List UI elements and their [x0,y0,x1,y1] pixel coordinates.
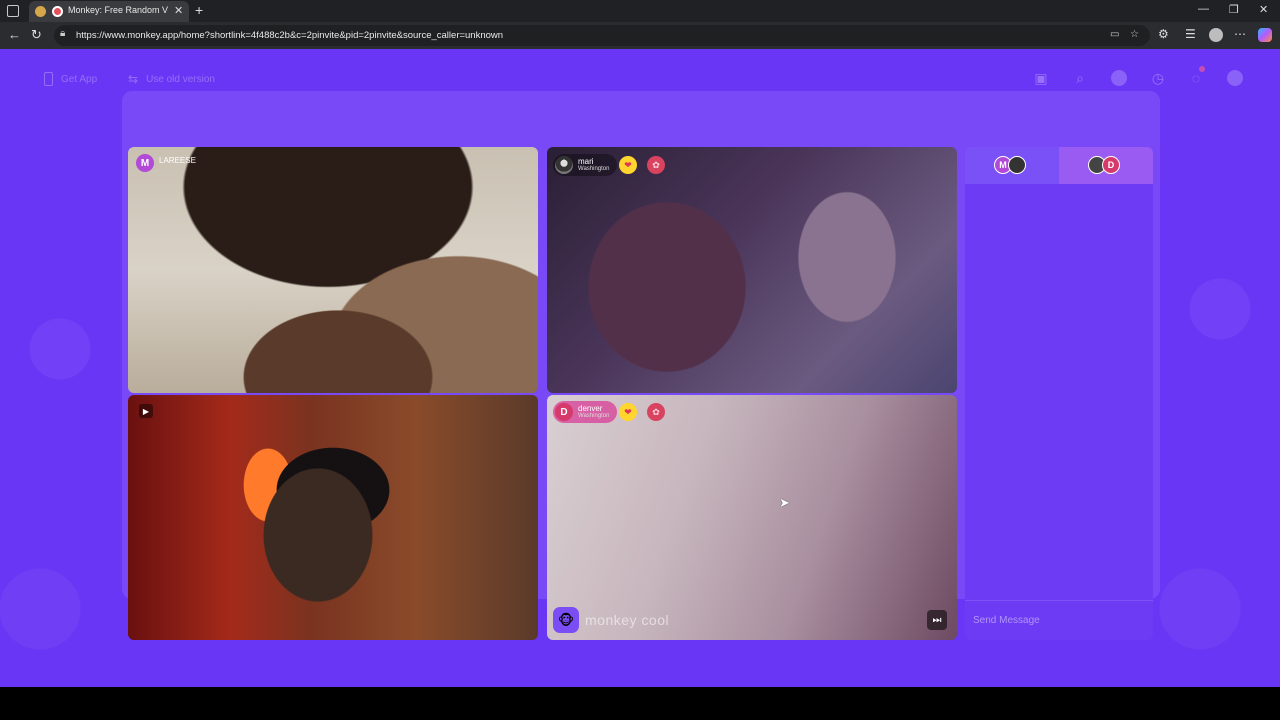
user-tag-lareese[interactable]: M LAREESE [134,152,204,174]
browser-tab-bar: Monkey: Free Random Video ✕ + — ❐ ✕ [0,0,1280,22]
rose-badge-icon: ✿ [647,156,665,174]
username: mari [578,157,594,166]
skip-button[interactable]: ⏭ [927,610,947,630]
avatar: D [555,403,573,421]
username: denver [578,404,603,413]
restore-button[interactable]: ❐ [1229,3,1239,16]
window-close-button[interactable]: ✕ [1259,3,1268,16]
gift-icon[interactable]: ▣ [1032,69,1050,87]
search-icon[interactable]: ⌕ [1071,69,1089,87]
username: LAREESE [159,155,196,165]
extensions-icon[interactable]: ⚙ [1158,27,1169,41]
reader-icon[interactable]: ▭ [1110,29,1119,40]
rose-badge-icon: ✿ [647,403,665,421]
chat-panel: M D [965,147,1153,640]
swap-icon: ⇆ [128,72,139,86]
use-old-version-button[interactable]: ⇆ Use old version [128,69,215,89]
minimize-button[interactable]: — [1198,3,1209,15]
send-message-input[interactable] [973,610,1143,630]
tab-favicon-icon [52,6,63,17]
avatar [1008,155,1026,174]
history-icon[interactable]: ◷ [1149,69,1167,87]
chat-tabs: M D [965,147,1153,184]
heart-badge-icon: ❤ [619,403,637,421]
taskbar-area [0,687,1280,720]
address-bar-row: ← ↻ 🔒︎ https://www.monkey.app/home?short… [0,22,1280,49]
phone-icon [44,72,53,86]
lock-icon: 🔒︎ [60,28,66,39]
monkey-brand: 🐵︎ monkey cool [553,607,669,633]
user-tag-mari[interactable]: mari Washington [553,154,618,176]
copilot-icon[interactable] [1258,28,1272,42]
user-location: Washington [578,413,610,419]
chat-tab-m[interactable]: M [965,147,1059,184]
chat-icon[interactable]: ◌ [1187,66,1205,87]
refresh-icon[interactable]: ↻ [31,27,42,43]
user-location: Washington [578,166,610,172]
tab-title: Monkey: Free Random Video [68,5,168,15]
notification-badge [1199,66,1205,72]
globe-icon[interactable] [1110,69,1128,87]
brand-name: monkey cool [585,612,670,628]
get-app-label: Get App [61,73,98,85]
address-bar[interactable]: 🔒︎ https://www.monkey.app/home?shortlink… [54,25,1150,46]
browser-profile-avatar[interactable] [1209,28,1223,42]
avatar: M [136,154,154,172]
heart-badge-icon: ❤ [619,156,637,174]
avatar: D [1102,155,1120,174]
use-old-version-label: Use old version [146,73,215,85]
video-tile-self [128,395,538,640]
avatar [555,156,573,174]
tab-audio-icon [35,6,46,17]
new-tab-button[interactable]: + [195,2,203,18]
favorite-star-icon[interactable]: ☆ [1130,29,1139,40]
chat-tab-d[interactable]: D [1059,147,1153,184]
profile-icon[interactable] [1226,69,1244,87]
video-tile-lareese [128,147,538,393]
tab-close-icon[interactable]: ✕ [174,4,183,17]
mouse-cursor-icon: ➤ [779,495,790,510]
browser-tab[interactable]: Monkey: Free Random Video ✕ [29,1,189,22]
video-tile-denver [547,395,957,640]
back-icon[interactable]: ← [8,27,21,42]
skip-icon: ⏭ [932,614,942,626]
favorites-icon[interactable]: ☰ [1185,27,1196,41]
tab-actions-icon[interactable] [7,5,19,17]
send-message-box [965,600,1153,640]
url-text[interactable]: https://www.monkey.app/home?shortlink=4f… [76,30,503,41]
more-menu-icon[interactable]: ⋯ [1234,27,1246,41]
camera-icon[interactable]: ▶ [139,404,153,418]
get-app-button[interactable]: Get App [44,69,97,89]
video-tile-mari [547,147,957,393]
user-tag-denver[interactable]: D denver Washington [553,401,618,423]
monkey-logo-icon: 🐵︎ [553,607,579,633]
